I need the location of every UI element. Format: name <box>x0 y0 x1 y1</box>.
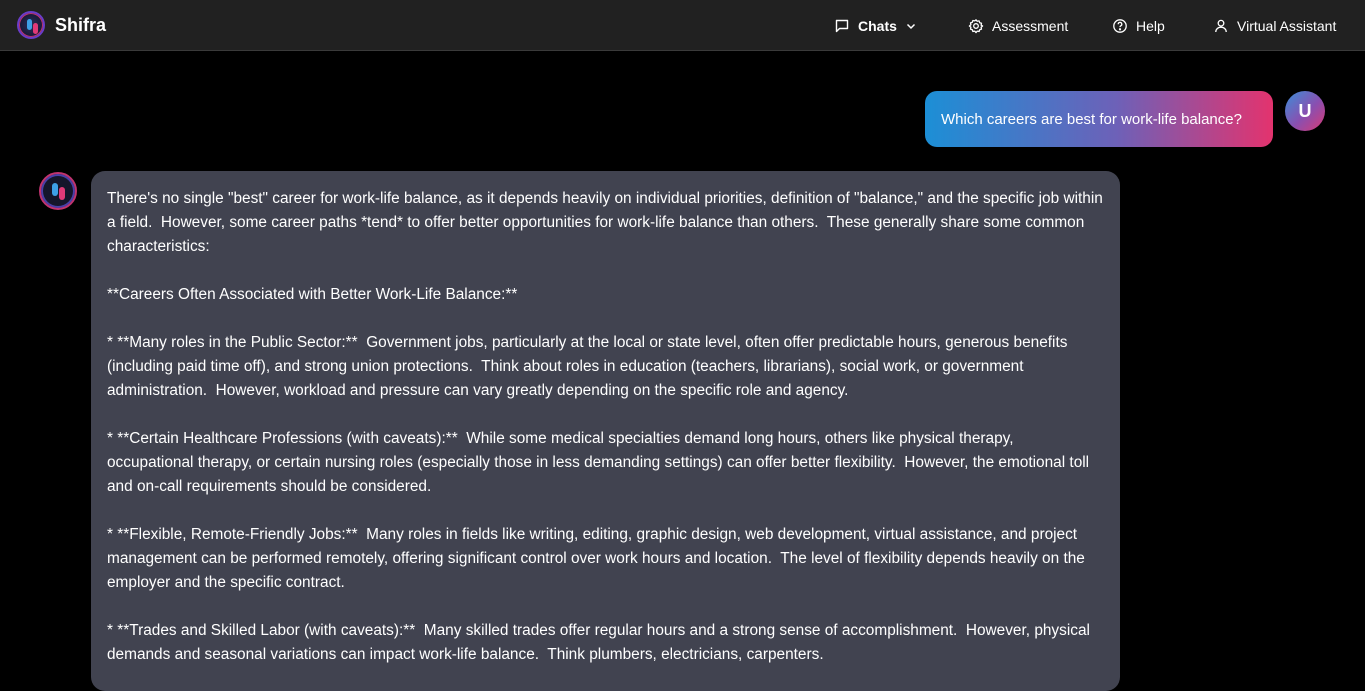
brand-home-link[interactable]: Shifra <box>17 11 106 39</box>
brand-name: Shifra <box>55 14 107 35</box>
nav-virtual-assistant[interactable]: Virtual Assistant <box>1213 0 1353 51</box>
nav-assessment-label: Assessment <box>992 17 1069 34</box>
nav-assessment[interactable]: Assessment <box>968 0 1068 51</box>
gear-icon <box>968 18 984 33</box>
assistant-paragraph: * **Flexible, Remote-Friendly Jobs:** Ma… <box>107 526 1090 591</box>
assistant-message-bubble: There's no single "best" career for work… <box>91 171 1120 691</box>
nav-chats-label: Chats <box>858 17 897 34</box>
nav-help-label: Help <box>1136 17 1165 34</box>
chevron-down-icon <box>906 23 915 29</box>
assistant-paragraph: **Careers Often Associated with Better W… <box>107 286 518 303</box>
assistant-avatar-icon <box>39 172 77 210</box>
help-circle-icon <box>1113 18 1127 33</box>
user-avatar-letter: U <box>1298 100 1312 121</box>
chat-icon <box>835 19 849 32</box>
assistant-paragraph: * **Many roles in the Public Sector:** G… <box>107 334 1072 399</box>
nav-chats-dropdown[interactable]: Chats <box>834 0 917 51</box>
user-avatar: U <box>1285 91 1325 131</box>
nav-help[interactable]: Help <box>1112 0 1165 51</box>
user-message-bubble: Which careers are best for work-life bal… <box>925 91 1273 147</box>
assistant-paragraph: * **Trades and Skilled Labor (with cavea… <box>107 622 1095 663</box>
assistant-paragraph: There's no single "best" career for work… <box>107 190 1108 255</box>
user-icon <box>1215 19 1227 32</box>
shifra-logo-icon <box>17 11 45 39</box>
user-message-text: Which careers are best for work-life bal… <box>941 110 1242 128</box>
assistant-paragraph: * **Certain Healthcare Professions (with… <box>107 430 1094 495</box>
top-navigation-bar: Shifra Chats Assessment Help Virtual Ass… <box>0 0 1365 51</box>
nav-virtual-assistant-label: Virtual Assistant <box>1237 17 1337 34</box>
